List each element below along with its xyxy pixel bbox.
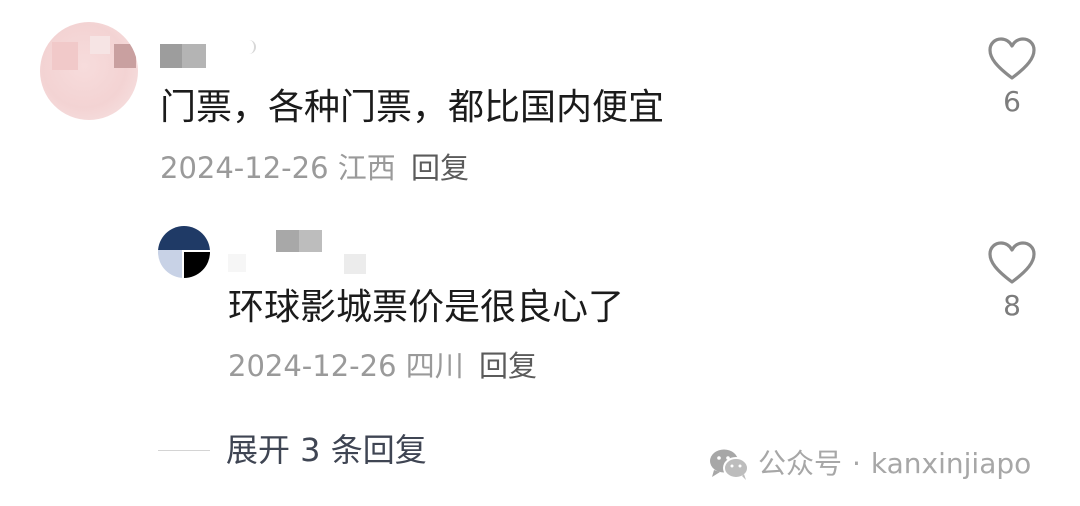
comment-date: 2024-12-26 — [160, 151, 329, 185]
avatar[interactable] — [40, 22, 138, 120]
reply-button[interactable]: 回复 — [479, 349, 537, 383]
avatar[interactable] — [158, 226, 210, 278]
like-button[interactable]: 8 — [982, 240, 1042, 324]
avatar-mosaic — [158, 226, 210, 250]
username-redacted[interactable] — [276, 230, 322, 252]
watermark-separator: · — [852, 447, 861, 480]
comment-thread: 门票，各种门票，都比国内便宜 2024-12-26 江西 回复 6 环球影城票价… — [0, 0, 1080, 506]
comment-meta: 2024-12-26 江西 回复 — [160, 148, 469, 188]
like-count: 8 — [1003, 289, 1021, 322]
username-redacted — [244, 40, 256, 54]
avatar-mosaic — [90, 36, 110, 54]
heart-outline-icon — [988, 37, 1036, 80]
watermark-account: kanxinjiapo — [870, 447, 1032, 480]
username-redacted — [344, 254, 366, 274]
username-redacted — [228, 254, 246, 272]
reply-location: 四川 — [405, 349, 464, 383]
avatar-mosaic — [114, 44, 136, 68]
username-redacted[interactable] — [160, 44, 206, 68]
like-count: 6 — [1003, 85, 1021, 118]
like-button[interactable]: 6 — [982, 36, 1042, 120]
heart-outline-icon — [988, 241, 1036, 284]
watermark-prefix: 公众号 — [758, 447, 843, 480]
expand-replies-button[interactable]: 展开 3 条回复 — [226, 428, 427, 472]
avatar-mosaic — [158, 250, 182, 278]
comment-text: 门票，各种门票，都比国内便宜 — [160, 87, 665, 128]
avatar-mosaic — [52, 42, 78, 70]
wechat-icon — [710, 449, 749, 480]
divider — [158, 450, 210, 451]
comment-location: 江西 — [337, 151, 396, 185]
reply-meta: 2024-12-26 四川 回复 — [228, 346, 537, 386]
reply-text: 环球影城票价是很良心了 — [228, 287, 625, 328]
watermark: 公众号 · kanxinjiapo — [708, 444, 1031, 484]
avatar-mosaic — [184, 252, 210, 278]
reply-button[interactable]: 回复 — [411, 151, 469, 185]
reply-date: 2024-12-26 — [228, 349, 397, 383]
